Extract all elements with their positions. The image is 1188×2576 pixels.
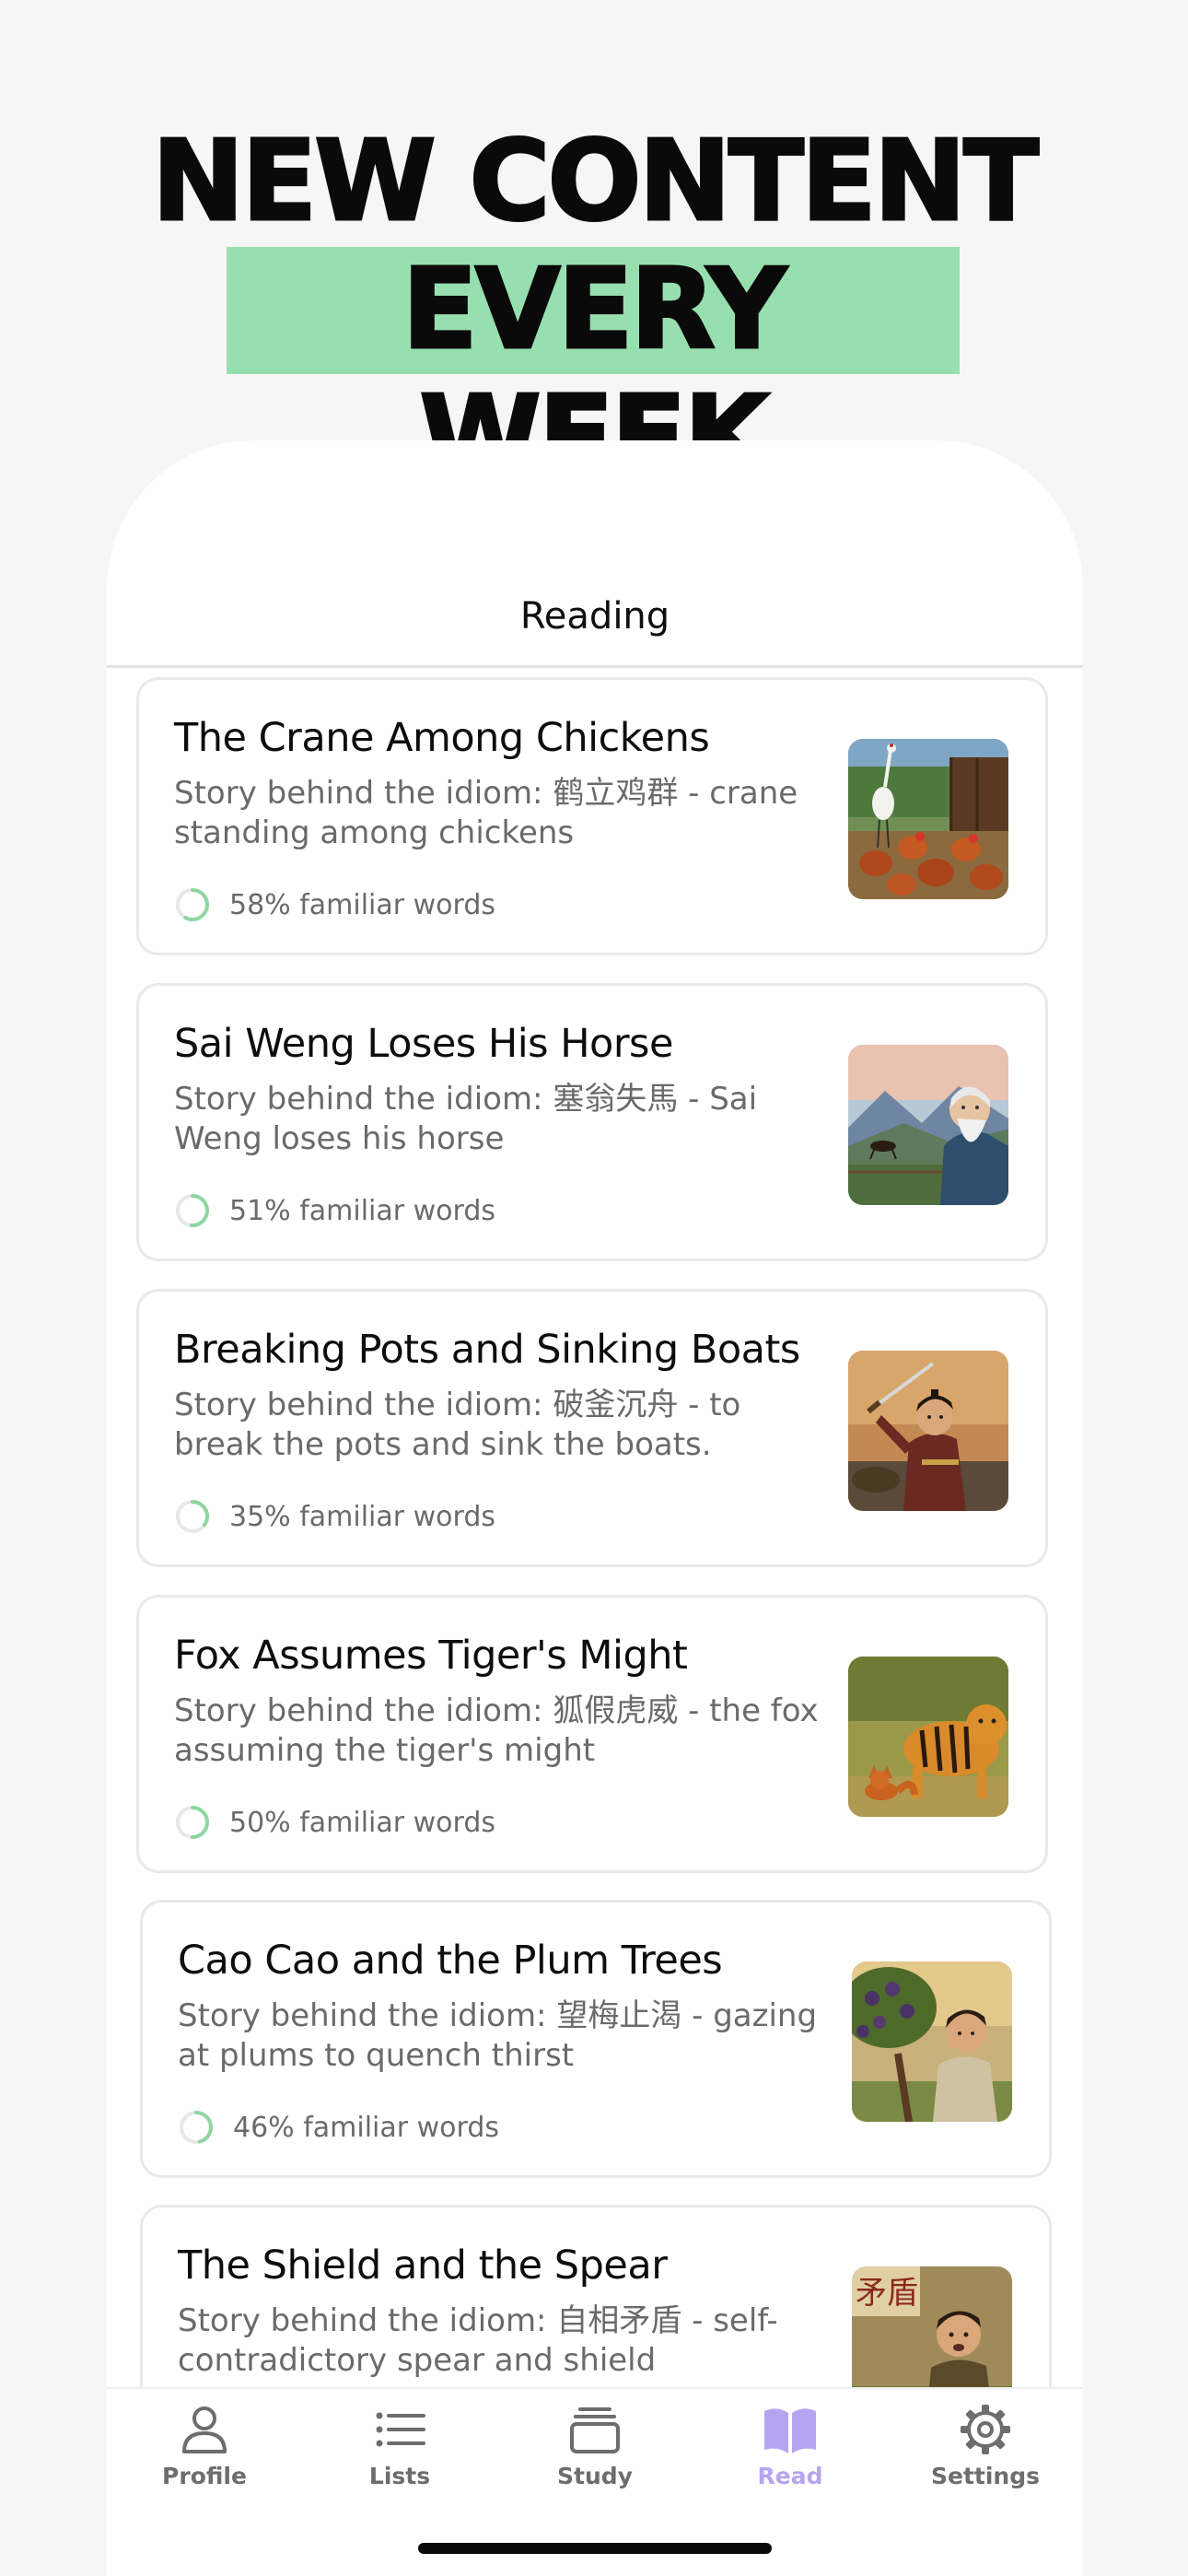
tab-label: Profile	[162, 2463, 247, 2489]
tab-profile[interactable]: Profile	[107, 2402, 302, 2522]
story-description: Story behind the idiom: 自相矛盾 - self-cont…	[178, 2302, 778, 2379]
sign-text: 矛盾	[856, 2275, 918, 2312]
story-title: The Shield and the Spear	[178, 2242, 668, 2289]
tab-lists[interactable]: Lists	[302, 2402, 497, 2522]
tab-settings[interactable]: Settings	[888, 2402, 1083, 2522]
progress-ring-icon	[176, 1500, 209, 1533]
fox-and-tiger-illustration	[848, 1657, 1008, 1817]
story-card[interactable]: The Crane Among Chickens Story behind th…	[136, 677, 1048, 955]
story-description: Story behind the idiom: 鹤立鸡群 - crane sta…	[174, 775, 798, 851]
progress-label: 58% familiar words	[229, 888, 496, 921]
gear-icon	[961, 2405, 1010, 2454]
tab-label: Lists	[368, 2463, 431, 2489]
tab-label: Settings	[930, 2463, 1040, 2489]
familiarity-progress: 50% familiar words	[174, 1802, 495, 1843]
story-description: Story behind the idiom: 塞翁失馬 - Sai Weng …	[174, 1081, 758, 1157]
list-icon	[376, 2412, 425, 2447]
story-card[interactable]: Cao Cao and the Plum Trees Story behind …	[140, 1900, 1052, 2178]
tab-label: Study	[557, 2463, 633, 2489]
story-title: Fox Assumes Tiger's Might	[174, 1633, 688, 1679]
headline-line-2: EVERY WEEK	[401, 245, 788, 502]
progress-label: 35% familiar words	[229, 1500, 496, 1533]
story-title: Breaking Pots and Sinking Boats	[174, 1327, 800, 1373]
old-man-and-horse-illustration	[848, 1045, 1008, 1205]
progress-ring-icon	[176, 1806, 209, 1839]
tab-study[interactable]: Study	[497, 2402, 693, 2522]
story-list[interactable]: The Crane Among Chickens Story behind th…	[107, 668, 1083, 2387]
progress-ring-icon	[176, 1194, 209, 1227]
progress-label: 50% familiar words	[229, 1806, 496, 1839]
story-card[interactable]: The Shield and the Spear Story behind th…	[140, 2205, 1052, 2387]
progress-label: 46% familiar words	[233, 2111, 500, 2144]
phone-screen: Reading The Crane Among Chickens Story b…	[107, 440, 1083, 2576]
story-card[interactable]: Fox Assumes Tiger's Might Story behind t…	[136, 1595, 1048, 1873]
warrior-with-sword-illustration	[848, 1351, 1008, 1511]
open-book-icon	[764, 2408, 816, 2453]
progress-ring-icon	[176, 888, 209, 921]
story-title: Sai Weng Loses His Horse	[174, 1021, 673, 1067]
merchant-with-sign-illustration: 矛盾	[852, 2266, 1012, 2387]
story-title: Cao Cao and the Plum Trees	[178, 1938, 723, 1984]
story-description: Story behind the idiom: 望梅止渴 - gazing at…	[178, 1997, 818, 2074]
soldier-and-plum-tree-illustration	[852, 1961, 1012, 2122]
familiarity-progress: 58% familiar words	[174, 884, 495, 925]
tab-label: Read	[757, 2463, 823, 2489]
home-indicator[interactable]	[418, 2543, 772, 2554]
story-description: Story behind the idiom: 狐假虎威 - the fox a…	[174, 1692, 819, 1769]
crane-among-chickens-illustration	[848, 739, 1008, 899]
story-description: Story behind the idiom: 破釜沉舟 - to break …	[174, 1387, 741, 1463]
familiarity-progress: 51% familiar words	[174, 1190, 495, 1231]
card-stack-icon	[570, 2407, 620, 2453]
page-title: Reading	[519, 595, 670, 638]
progress-label: 51% familiar words	[229, 1194, 496, 1227]
familiarity-progress: 46% familiar words	[178, 2107, 499, 2148]
headline-highlight: EVERY WEEK	[227, 245, 960, 502]
headline-line-1: NEW CONTENT	[150, 117, 1040, 248]
story-card[interactable]: Sai Weng Loses His Horse Story behind th…	[136, 983, 1048, 1261]
marketing-headline: NEW CONTENT EVERY WEEK	[0, 117, 1188, 503]
person-icon	[182, 2406, 227, 2453]
progress-ring-icon	[180, 2111, 213, 2144]
story-card[interactable]: Breaking Pots and Sinking Boats Story be…	[136, 1289, 1048, 1567]
story-title: The Crane Among Chickens	[174, 715, 710, 761]
tab-read[interactable]: Read	[693, 2402, 888, 2522]
familiarity-progress: 35% familiar words	[174, 1496, 495, 1537]
navigation-header: Reading	[107, 440, 1083, 668]
